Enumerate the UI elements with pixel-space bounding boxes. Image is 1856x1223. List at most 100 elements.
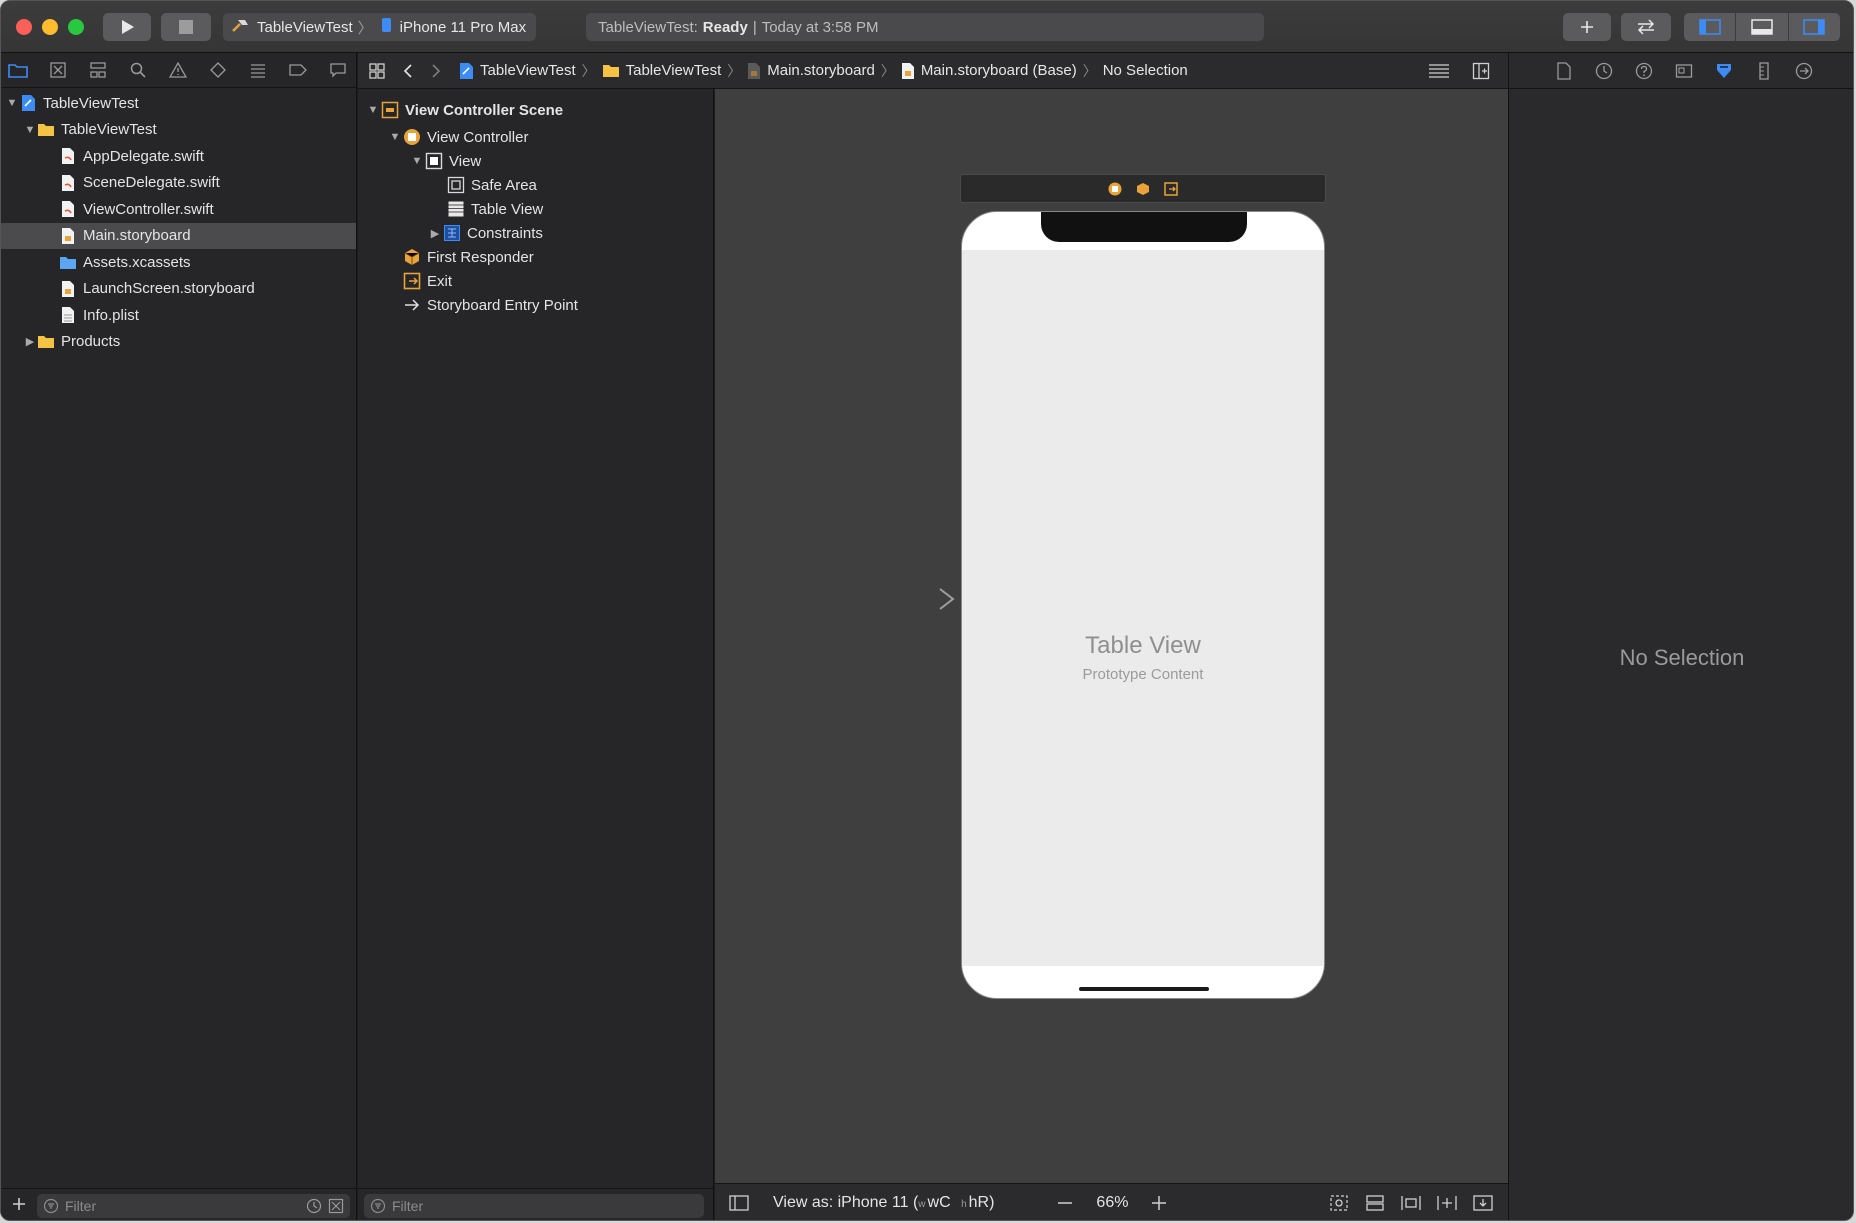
scene-dock[interactable] <box>960 174 1326 203</box>
forward-button[interactable] <box>430 63 442 79</box>
outline-item-safe-area[interactable]: Safe Area <box>358 173 713 197</box>
tree-item-group[interactable]: ▼ TableViewTest <box>1 117 356 144</box>
add-editor-icon[interactable] <box>1472 62 1490 80</box>
back-button[interactable] <box>402 63 414 79</box>
zoom-in-button[interactable] <box>1150 1194 1168 1212</box>
question-icon <box>1635 62 1653 79</box>
tree-item-file[interactable]: Info.plist <box>1 302 356 329</box>
first-responder-cube-icon[interactable] <box>1136 182 1150 196</box>
outline-item-constraints[interactable]: ▶ Constraints <box>358 221 713 245</box>
update-frames-icon[interactable] <box>1328 1193 1350 1213</box>
attributes-inspector-tab[interactable] <box>1713 60 1735 82</box>
disclosure-expanded-icon[interactable]: ▼ <box>23 124 37 136</box>
breadcrumb-file[interactable]: Main.storyboard <box>747 62 875 80</box>
add-file-button[interactable] <box>11 1195 27 1218</box>
tree-item-file[interactable]: SceneDelegate.swift <box>1 170 356 197</box>
disclosure-expanded-icon[interactable]: ▼ <box>366 104 380 116</box>
plus-icon <box>1152 1196 1167 1210</box>
toggle-inspector-button[interactable] <box>1787 13 1840 41</box>
related-items-button[interactable] <box>368 62 386 80</box>
view-as-device-button[interactable]: View as: iPhone 11 (w wC h hR) <box>773 1194 994 1212</box>
editor-options-lines-icon[interactable] <box>1428 62 1450 80</box>
sidebar-toggle-icon <box>729 1195 749 1211</box>
tree-item-file[interactable]: AppDelegate.swift <box>1 143 356 170</box>
minimize-window-button[interactable] <box>42 19 58 35</box>
tree-item-file[interactable]: ViewController.swift <box>1 196 356 223</box>
source-control-navigator-tab[interactable] <box>47 59 69 81</box>
issue-navigator-tab[interactable] <box>167 59 189 81</box>
identity-card-icon <box>1675 63 1693 78</box>
exit-icon[interactable] <box>1164 181 1178 196</box>
code-review-button[interactable] <box>1621 13 1671 41</box>
toggle-debug-area-button[interactable] <box>1735 13 1787 41</box>
breadcrumb-selection[interactable]: No Selection <box>1103 62 1188 79</box>
stack-views-icon[interactable] <box>1364 1193 1386 1213</box>
editor-options <box>1428 62 1490 80</box>
outline-item-first-responder[interactable]: First Responder <box>358 245 713 269</box>
report-navigator-tab[interactable] <box>327 59 349 81</box>
tree-item-project[interactable]: ▼ TableViewTest <box>1 90 356 117</box>
outline-item-view[interactable]: ▼ View <box>358 149 713 173</box>
file-inspector-tab[interactable] <box>1553 60 1575 82</box>
run-button[interactable] <box>103 13 151 41</box>
outline-item-table-view[interactable]: Table View <box>358 197 713 221</box>
outline-item-view-controller[interactable]: ▼ View Controller <box>358 125 713 149</box>
tree-item-group[interactable]: ▶ Products <box>1 329 356 356</box>
debug-navigator-tab[interactable] <box>247 59 269 81</box>
outline-filter-input[interactable]: Filter <box>364 1194 704 1218</box>
breadcrumb-project[interactable]: TableViewTest <box>458 62 576 80</box>
breadcrumb-group[interactable]: TableViewTest <box>602 62 721 79</box>
plus-icon <box>1581 21 1593 33</box>
tree-item-file-selected[interactable]: Main.storyboard <box>1 222 356 249</box>
zoom-out-button[interactable] <box>1056 1195 1074 1211</box>
table-view-placeholder[interactable]: Table View Prototype Content <box>962 250 1324 966</box>
symbol-navigator-tab[interactable] <box>87 59 109 81</box>
tree-item-label: TableViewTest <box>61 121 157 139</box>
storyboard-file-icon <box>747 62 761 80</box>
hammer-icon <box>231 17 251 37</box>
history-inspector-tab[interactable] <box>1593 60 1615 82</box>
disclosure-expanded-icon[interactable]: ▼ <box>410 155 424 167</box>
library-button[interactable] <box>1563 13 1611 41</box>
outline-item-exit[interactable]: Exit <box>358 269 713 293</box>
swift-file-icon <box>59 174 77 192</box>
toggle-navigator-button[interactable] <box>1684 13 1735 41</box>
connections-inspector-tab[interactable] <box>1793 60 1815 82</box>
clock-icon[interactable] <box>306 1198 322 1214</box>
storyboard-entry-arrow[interactable] <box>835 587 957 611</box>
breadcrumb-localization[interactable]: Main.storyboard (Base) <box>901 62 1077 80</box>
add-constraints-icon[interactable] <box>1436 1193 1458 1213</box>
resolve-issues-icon[interactable] <box>1472 1193 1494 1213</box>
iphone-frame[interactable]: Table View Prototype Content <box>961 211 1325 999</box>
tree-item-file[interactable]: LaunchScreen.storyboard <box>1 276 356 303</box>
quick-help-tab[interactable] <box>1633 60 1655 82</box>
size-inspector-tab[interactable] <box>1753 60 1775 82</box>
disclosure-expanded-icon[interactable]: ▼ <box>388 131 402 143</box>
tree-item-file[interactable]: Assets.xcassets <box>1 249 356 276</box>
disclosure-collapsed-icon[interactable]: ▶ <box>428 227 442 240</box>
speech-bubble-icon <box>330 63 346 78</box>
breakpoint-navigator-tab[interactable] <box>287 59 309 81</box>
zoom-window-button[interactable] <box>68 19 84 35</box>
storyboard-file-icon <box>59 227 77 245</box>
test-navigator-tab[interactable] <box>207 59 229 81</box>
source-control-filter-icon[interactable] <box>328 1198 344 1214</box>
navigator-filter-input[interactable]: Filter <box>37 1194 350 1218</box>
outline-item-entry-point[interactable]: Storyboard Entry Point <box>358 293 713 317</box>
view-controller-icon[interactable] <box>1108 182 1122 196</box>
find-navigator-tab[interactable] <box>127 59 149 81</box>
size-class-height: hR) <box>968 1194 995 1211</box>
storyboard-canvas[interactable]: Table View Prototype Content <box>715 89 1508 1183</box>
scheme-selector[interactable]: TableViewTest 〉 iPhone 11 Pro Max <box>223 13 536 41</box>
stop-button[interactable] <box>161 13 211 41</box>
navigator-footer: Filter <box>1 1188 356 1220</box>
filter-options <box>306 1198 344 1214</box>
outline-item-scene[interactable]: ▼ View Controller Scene <box>358 95 713 125</box>
disclosure-collapsed-icon[interactable]: ▶ <box>23 335 37 348</box>
align-constraints-icon[interactable] <box>1400 1193 1422 1213</box>
disclosure-expanded-icon[interactable]: ▼ <box>5 97 19 109</box>
identity-inspector-tab[interactable] <box>1673 60 1695 82</box>
project-navigator-tab[interactable] <box>7 59 29 81</box>
close-window-button[interactable] <box>16 19 32 35</box>
toggle-outline-button[interactable] <box>729 1195 749 1211</box>
